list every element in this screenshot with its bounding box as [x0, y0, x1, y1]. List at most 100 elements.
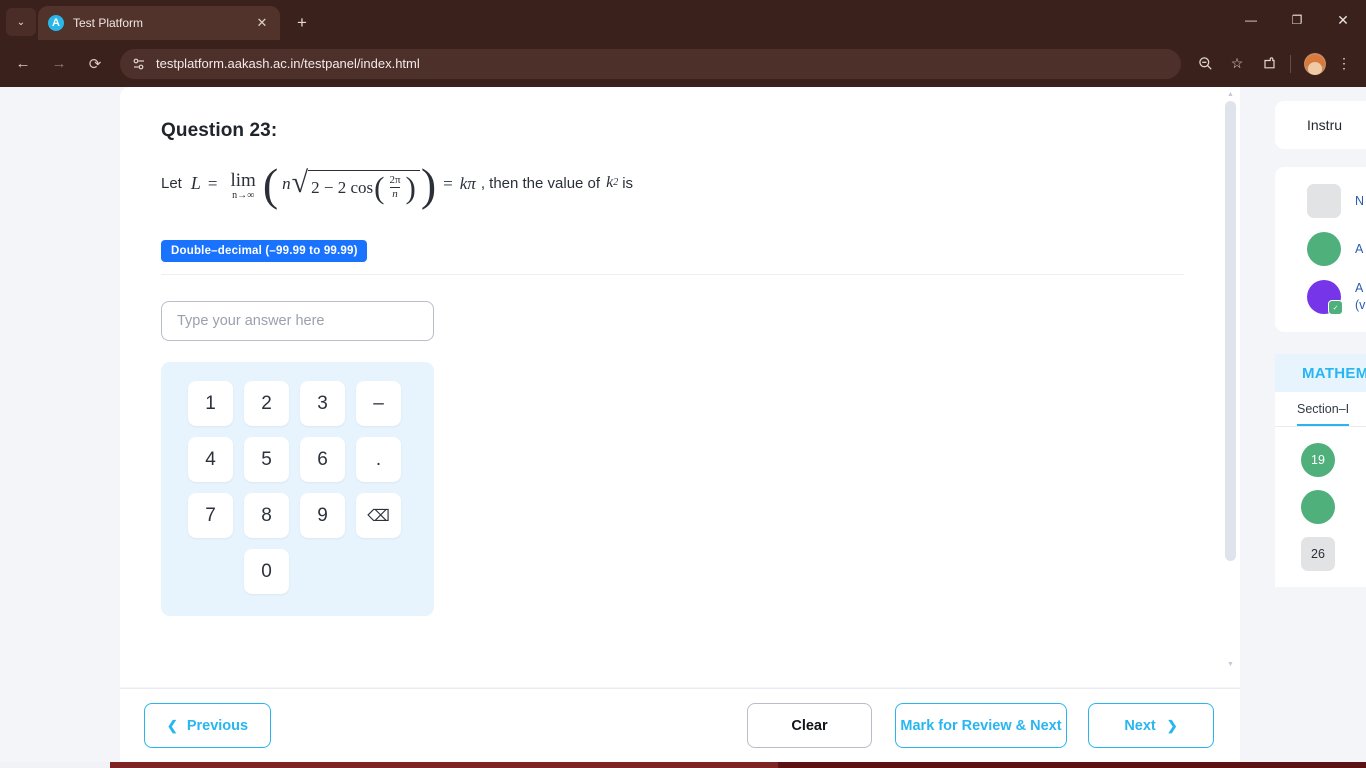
bookmark-star-icon[interactable]: ☆	[1223, 50, 1251, 78]
legend-label: A (v	[1355, 281, 1366, 312]
scrollbar-thumb[interactable]	[1225, 101, 1236, 561]
new-tab-button[interactable]: +	[288, 9, 316, 37]
browser-tab[interactable]: A Test Platform ✕	[38, 6, 280, 40]
key-1[interactable]: 1	[188, 381, 233, 427]
site-settings-icon[interactable]	[130, 55, 147, 72]
key-3[interactable]: 3	[300, 381, 345, 427]
key-minus[interactable]: –	[356, 381, 401, 427]
previous-label: Previous	[186, 717, 249, 734]
minimize-icon[interactable]: —	[1228, 4, 1274, 36]
question-number-grid: 19 26	[1275, 427, 1366, 571]
toolbar-divider	[1290, 54, 1291, 73]
key-5[interactable]: 5	[244, 437, 289, 483]
math-k: k	[606, 174, 614, 192]
question-title: Question 23:	[161, 120, 278, 141]
question-card: Question 23: Let L = lim n→∞ ( n √ 2 − 2	[120, 87, 1240, 687]
zoom-out-icon[interactable]	[1191, 50, 1219, 78]
back-icon[interactable]: ←	[8, 49, 38, 79]
key-6[interactable]: 6	[300, 437, 345, 483]
backspace-icon[interactable]: ⌫	[356, 493, 401, 539]
key-0[interactable]: 0	[244, 549, 289, 595]
chevron-right-icon: ❯	[1166, 717, 1178, 733]
key-2[interactable]: 2	[244, 381, 289, 427]
clear-button[interactable]: Clear	[747, 703, 872, 748]
key-4[interactable]: 4	[188, 437, 233, 483]
previous-button[interactable]: ❮ Previous	[144, 703, 271, 748]
answer-type-badge: Double–decimal (–99.99 to 99.99)	[161, 240, 367, 263]
question-palette-sidebar: Instru N A ✓ A (v MATHEM Section–I 19 26	[1275, 87, 1366, 762]
legend-label: A	[1355, 241, 1364, 256]
scroll-down-icon[interactable]: ▼	[1222, 657, 1239, 671]
close-icon[interactable]: ✕	[254, 15, 270, 31]
answered-badge-icon: ✓	[1328, 300, 1343, 315]
legend-item-answered: A	[1307, 232, 1366, 266]
next-button[interactable]: Next ❯	[1088, 703, 1214, 748]
browser-titlebar: ⌄ A Test Platform ✕ + — ❐ ✕	[0, 0, 1366, 40]
os-taskbar	[0, 762, 1366, 768]
key-decimal-point[interactable]: .	[356, 437, 401, 483]
tab-strip: ⌄ A Test Platform ✕ +	[0, 0, 1366, 40]
instructions-button[interactable]: Instru	[1275, 101, 1366, 149]
taskbar-segment-left	[0, 762, 110, 768]
aakash-logo-icon: A	[48, 15, 64, 31]
extensions-icon[interactable]	[1255, 50, 1283, 78]
math-equals-2: =	[443, 173, 453, 193]
chevron-left-icon: ❮	[166, 717, 178, 733]
marked-review-swatch-icon: ✓	[1307, 280, 1343, 315]
not-visited-swatch-icon	[1307, 184, 1341, 218]
math-equals: =	[207, 173, 218, 193]
mark-for-review-next-button[interactable]: Mark for Review & Next	[895, 703, 1067, 748]
section-tabs: Section–I	[1275, 392, 1366, 427]
question-number-panel: Section–I 19 26	[1275, 392, 1366, 587]
square-root: √ 2 − 2 cos ( 2π n )	[291, 166, 420, 203]
key-9[interactable]: 9	[300, 493, 345, 539]
question-number-26[interactable]: 26	[1301, 537, 1335, 571]
statement-suffix-1: , then the value of	[480, 174, 601, 192]
forward-icon[interactable]: →	[44, 49, 74, 79]
statement-suffix-2: is	[622, 174, 634, 192]
limit-lim: lim	[230, 170, 256, 192]
radical-sign: √	[291, 166, 309, 199]
toolbar-icons: ☆ ⋮	[1187, 50, 1358, 78]
key-8[interactable]: 8	[244, 493, 289, 539]
answered-swatch-icon	[1307, 232, 1341, 266]
reload-icon[interactable]: ⟳	[80, 49, 110, 79]
answer-input[interactable]	[161, 301, 434, 342]
section-divider	[161, 274, 1184, 276]
tab-title: Test Platform	[73, 16, 144, 30]
browser-window: ⌄ A Test Platform ✕ + — ❐ ✕ ← → ⟳ testpl…	[0, 0, 1366, 768]
scroll-up-icon[interactable]: ▲	[1222, 87, 1239, 101]
status-legend: N A ✓ A (v	[1275, 167, 1366, 332]
taskbar-segment-mid	[110, 762, 778, 768]
keypad-spacer	[188, 549, 233, 594]
question-scrollbar[interactable]: ▲ ▼	[1222, 87, 1239, 687]
math-k-exponent: 2	[613, 177, 619, 189]
window-close-icon[interactable]: ✕	[1320, 4, 1366, 36]
radicand-lead: 2 − 2 cos	[311, 177, 374, 197]
question-number-19[interactable]: 19	[1301, 443, 1335, 477]
question-content: Question 23: Let L = lim n→∞ ( n √ 2 − 2	[120, 87, 1240, 617]
legend-item-answered-marked-review: ✓ A (v	[1307, 280, 1366, 315]
limit-operator: lim n→∞	[230, 171, 255, 201]
statement-prefix: Let	[161, 174, 182, 192]
profile-avatar[interactable]	[1304, 52, 1326, 75]
tab-section-1[interactable]: Section–I	[1297, 402, 1350, 426]
url-text: testplatform.aakash.ac.in/testpanel/inde…	[156, 56, 420, 71]
window-controls: — ❐ ✕	[1228, 0, 1366, 40]
question-number-partial[interactable]	[1301, 490, 1335, 524]
next-label: Next	[1124, 717, 1156, 734]
keypad-row: 7 8 9 ⌫	[188, 493, 407, 539]
math-n: n	[282, 173, 291, 193]
math-k-pi: kπ	[459, 173, 476, 193]
fraction-numerator: 2π	[389, 174, 401, 186]
address-bar[interactable]: testplatform.aakash.ac.in/testpanel/inde…	[120, 48, 1181, 79]
tab-search-button[interactable]: ⌄	[6, 8, 36, 36]
browser-toolbar: ← → ⟳ testplatform.aakash.ac.in/testpane…	[0, 40, 1366, 87]
question-footer: ❮ Previous Clear Mark for Review & Next …	[120, 689, 1240, 762]
key-7[interactable]: 7	[188, 493, 233, 539]
numeric-keypad: 1 2 3 – 4 5 6 . 7 8 9 ⌫ 0	[161, 362, 434, 617]
math-L: L	[190, 173, 201, 194]
browser-menu-icon[interactable]: ⋮	[1330, 50, 1358, 78]
restore-icon[interactable]: ❐	[1274, 4, 1320, 36]
legend-label: N	[1355, 193, 1365, 208]
